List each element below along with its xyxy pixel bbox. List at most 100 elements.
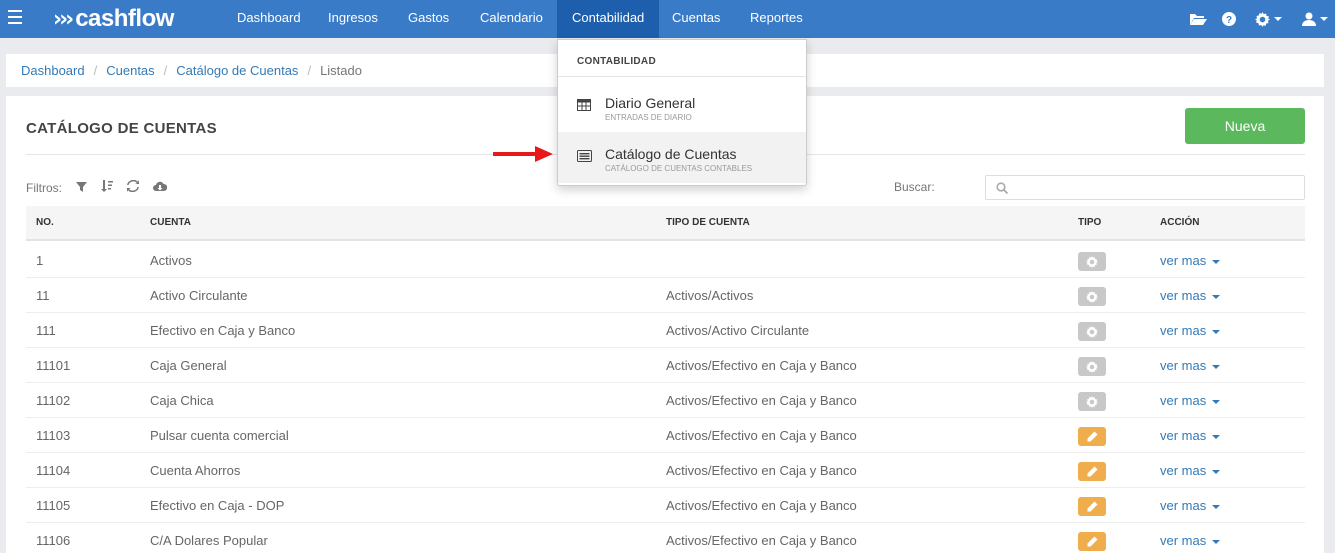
gear-icon[interactable] [1078, 287, 1106, 306]
ver-mas-dropdown[interactable]: ver mas [1160, 428, 1221, 443]
nav-reportes[interactable]: Reportes [735, 0, 818, 38]
ver-mas-dropdown[interactable]: ver mas [1160, 463, 1221, 478]
nav-cuentas[interactable]: Cuentas [657, 0, 735, 38]
help-icon[interactable]: ? [1222, 0, 1236, 38]
logo-text: cashflow [75, 5, 174, 32]
edit-icon[interactable] [1078, 427, 1106, 446]
logo-mark-icon: ››› [53, 6, 74, 32]
breadcrumb-cuentas[interactable]: Cuentas [106, 63, 154, 78]
table-row: 11105 Efectivo en Caja - DOP Activos/Efect… [26, 488, 1305, 523]
cell-tipo-cuenta: Activos/Efectivo en Caja y Banco [666, 533, 857, 548]
ver-mas-dropdown[interactable]: ver mas [1160, 498, 1221, 513]
chevron-down-icon [1212, 364, 1221, 369]
cell-no: 11101 [36, 358, 71, 373]
cell-no: 11106 [36, 533, 71, 548]
chevron-down-icon [1212, 539, 1221, 544]
search-input[interactable] [985, 175, 1305, 200]
chevron-down-icon [1212, 504, 1221, 509]
cell-cuenta: Activos [150, 253, 192, 268]
edit-icon[interactable] [1078, 462, 1106, 481]
cell-cuenta: Efectivo en Caja - DOP [150, 498, 285, 513]
hamburger-menu-icon[interactable] [8, 10, 22, 24]
breadcrumb-catalogo[interactable]: Catálogo de Cuentas [176, 63, 298, 78]
logo[interactable]: ››› cashflow [53, 4, 174, 34]
search-label: Buscar: [894, 180, 935, 194]
breadcrumb-separator: / [307, 63, 312, 78]
gear-icon[interactable] [1078, 392, 1106, 411]
cell-tipo-cuenta: Activos/Activo Circulante [666, 323, 810, 338]
ver-mas-dropdown[interactable]: ver mas [1160, 288, 1221, 303]
new-account-button[interactable]: Nueva [1185, 108, 1305, 144]
ver-mas-dropdown[interactable]: ver mas [1160, 323, 1221, 338]
folder-open-icon[interactable] [1189, 0, 1207, 38]
ver-mas-label: ver mas [1160, 428, 1207, 443]
col-accion: ACCIÓN [1160, 217, 1200, 228]
breadcrumb-dashboard[interactable]: Dashboard [21, 63, 85, 78]
chevron-down-icon [1212, 399, 1221, 404]
table-row: 11106 C/A Dolares Popular Activos/Efectivo… [26, 523, 1305, 553]
edit-icon[interactable] [1078, 532, 1106, 551]
filter-icon[interactable] [76, 181, 87, 195]
cloud-download-icon[interactable] [153, 181, 168, 195]
nav-contabilidad[interactable]: Contabilidad [557, 0, 660, 38]
ver-mas-label: ver mas [1160, 358, 1207, 373]
ver-mas-dropdown[interactable]: ver mas [1160, 533, 1221, 548]
list-alt-icon [577, 149, 592, 167]
nav-ingresos[interactable]: Ingresos [313, 0, 393, 38]
ver-mas-dropdown[interactable]: ver mas [1160, 358, 1221, 373]
ver-mas-label: ver mas [1160, 288, 1207, 303]
breadcrumb-separator: / [163, 63, 168, 78]
cell-no: 11105 [36, 498, 71, 513]
refresh-icon[interactable] [127, 179, 139, 195]
menu-item-catalogo-de-cuentas[interactable]: Catálogo de Cuentas CATÁLOGO DE CUENTAS … [558, 132, 806, 183]
filters-label: Filtros: [26, 180, 62, 195]
chevron-down-icon [1212, 259, 1221, 264]
settings-dropdown[interactable] [1255, 0, 1282, 38]
cell-tipo-cuenta: Activos/Efectivo en Caja y Banco [666, 428, 857, 443]
ver-mas-label: ver mas [1160, 463, 1207, 478]
edit-icon[interactable] [1078, 497, 1106, 516]
nav-dashboard[interactable]: Dashboard [222, 0, 316, 38]
menu-item-diario-general[interactable]: Diario General ENTRADAS DE DIARIO [558, 81, 806, 132]
cell-cuenta: Pulsar cuenta comercial [150, 428, 289, 443]
chevron-down-icon [1320, 17, 1328, 21]
cell-cuenta: Efectivo en Caja y Banco [150, 323, 296, 338]
top-navbar: ››› cashflow Dashboard Ingresos Gastos C… [0, 0, 1335, 38]
user-dropdown[interactable] [1302, 0, 1328, 38]
breadcrumb-current: Listado [320, 63, 362, 78]
cell-no: 11103 [36, 428, 71, 443]
ver-mas-dropdown[interactable]: ver mas [1160, 393, 1221, 408]
sort-icon[interactable] [101, 180, 113, 195]
col-tipo[interactable]: TIPO [1078, 217, 1101, 228]
cell-no: 11104 [36, 463, 71, 478]
cell-no: 11102 [36, 393, 71, 408]
cell-tipo-cuenta: Activos/Efectivo en Caja y Banco [666, 498, 857, 513]
nav-calendario[interactable]: Calendario [465, 0, 558, 38]
table-header: NO. CUENTA TIPO DE CUENTA TIPO ACCIÓN [26, 206, 1305, 241]
gear-icon [1255, 11, 1270, 27]
cell-cuenta: Caja Chica [150, 393, 214, 408]
ver-mas-label: ver mas [1160, 498, 1207, 513]
col-cuenta[interactable]: CUENTA [150, 217, 191, 228]
filters-bar: Filtros: [26, 179, 168, 195]
cell-tipo-cuenta: Activos/Efectivo en Caja y Banco [666, 358, 857, 373]
cell-cuenta: C/A Dolares Popular [150, 533, 268, 548]
table-row: 11101 Caja General Activos/Efectivo en Caj… [26, 348, 1305, 383]
col-tipo-cuenta[interactable]: TIPO DE CUENTA [666, 217, 750, 228]
nav-gastos[interactable]: Gastos [393, 0, 464, 38]
ver-mas-dropdown[interactable]: ver mas [1160, 253, 1221, 268]
gear-icon[interactable] [1078, 322, 1106, 341]
table-row: 11 Activo Circulante Activos/Activos ver ma… [26, 278, 1305, 313]
ver-mas-label: ver mas [1160, 393, 1207, 408]
menu-item-sublabel: CATÁLOGO DE CUENTAS CONTABLES [605, 164, 753, 173]
chevron-down-icon [1212, 329, 1221, 334]
ver-mas-label: ver mas [1160, 323, 1207, 338]
table-row: 11102 Caja Chica Activos/Efectivo en Caja … [26, 383, 1305, 418]
cell-tipo-cuenta: Activos/Activos [666, 288, 754, 303]
table-row: 111 Efectivo en Caja y Banco Activos/Activ… [26, 313, 1305, 348]
cell-tipo-cuenta: Activos/Efectivo en Caja y Banco [666, 463, 857, 478]
gear-icon[interactable] [1078, 357, 1106, 376]
gear-icon[interactable] [1078, 252, 1106, 271]
cell-no: 11 [36, 288, 50, 303]
col-no[interactable]: NO. [36, 217, 54, 228]
